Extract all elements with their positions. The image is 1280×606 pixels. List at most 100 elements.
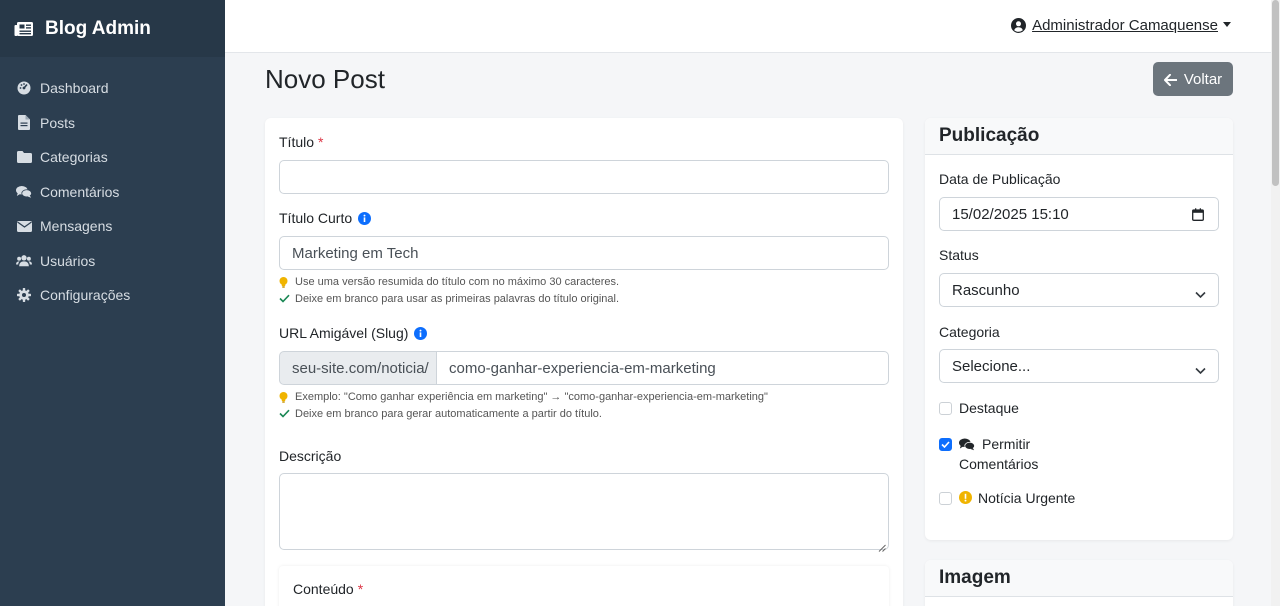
destaque-label: Destaque — [959, 400, 1019, 416]
slug-input[interactable]: como-ganhar-experiencia-em-marketing — [436, 351, 889, 385]
categoria-select-value: Selecione... — [952, 357, 1031, 375]
sidebar-item-label: Mensagens — [40, 218, 113, 235]
titulo-label-text: Título — [279, 134, 315, 150]
destaque-checkbox[interactable] — [939, 402, 952, 415]
sidebar-item-categorias[interactable]: Categorias — [0, 140, 225, 175]
sidebar-item-label: Posts — [40, 114, 76, 131]
scrollbar-thumb[interactable] — [1272, 0, 1279, 186]
info-icon[interactable] — [358, 211, 372, 225]
required-mark: * — [357, 581, 364, 597]
required-mark: * — [318, 134, 324, 150]
chevron-down-icon — [1223, 22, 1231, 27]
categoria-label-text: Categoria — [939, 324, 1000, 340]
gear-icon — [16, 287, 32, 303]
urgente-checkbox[interactable] — [939, 492, 952, 505]
envelope-icon — [16, 218, 32, 234]
status-label: Status — [939, 247, 979, 263]
data-publicacao-label: Data de Publicação — [939, 171, 1060, 187]
page-title: Novo Post — [265, 64, 385, 94]
descricao-label-text: Descrição — [279, 448, 342, 464]
sidebar-item-configuracoes[interactable]: Configurações — [0, 278, 225, 313]
hint-text: Use uma versão resumida do título com no… — [295, 276, 620, 288]
back-button-label: Voltar — [1183, 70, 1223, 88]
titulo-input[interactable] — [279, 160, 889, 194]
slug-label-text: URL Amigável (Slug) — [279, 325, 409, 341]
titulo-curto-label-text: Título Curto — [279, 210, 353, 226]
titulo-label: Título * — [279, 134, 323, 150]
urgente-label: Notícia Urgente — [978, 490, 1076, 506]
user-name: Administrador Camaquense — [1032, 17, 1218, 34]
comentarios-checkbox[interactable] — [939, 438, 952, 451]
sidebar-item-comentarios[interactable]: Comentários — [0, 175, 225, 210]
sidebar-item-label: Dashboard — [40, 80, 109, 97]
back-button[interactable]: Voltar — [1153, 62, 1233, 96]
publicacao-card-header: Publicação — [925, 118, 1233, 155]
sidebar-item-label: Categorias — [40, 149, 108, 166]
status-label-text: Status — [939, 247, 979, 263]
info-icon[interactable] — [414, 326, 428, 340]
data-publicacao-input[interactable]: 15/02/2025 15:10 — [939, 197, 1219, 231]
status-select-value: Rascunho — [952, 281, 1020, 299]
comments-icon — [959, 437, 975, 451]
sidebar-item-label: Configurações — [40, 287, 131, 304]
sidebar-nav: Dashboard Posts Categorias Comentários M… — [0, 71, 225, 313]
sidebar-item-usuarios[interactable]: Usuários — [0, 244, 225, 279]
hint-text: Exemplo: "Como ganhar experiência em mar… — [295, 391, 768, 403]
imagem-card-header: Imagem — [925, 560, 1233, 597]
comments-icon — [16, 184, 32, 200]
imagem-card: Imagem — [925, 560, 1233, 606]
slug-prefix: seu-site.com/noticia/ — [279, 351, 437, 385]
conteudo-label-text: Conteúdo — [293, 581, 354, 597]
sidebar-item-label: Usuários — [40, 252, 96, 269]
sidebar-item-label: Comentários — [40, 183, 120, 200]
brand[interactable]: Blog Admin — [0, 0, 225, 57]
user-circle-icon — [1011, 18, 1027, 33]
users-icon — [16, 253, 32, 269]
check-icon — [279, 294, 290, 305]
categoria-label: Categoria — [939, 324, 1000, 340]
comentarios-label-2: Comentários — [959, 456, 1039, 472]
chevron-down-icon — [1195, 286, 1206, 299]
titulo-curto-input[interactable]: Marketing em Tech — [279, 236, 889, 270]
folder-icon — [16, 149, 32, 165]
comentarios-label-group: Permitir Comentários — [959, 434, 1038, 474]
descricao-label: Descrição — [279, 448, 341, 464]
data-publicacao-value: 15/02/2025 15:10 — [952, 205, 1069, 223]
calendar-icon[interactable] — [1192, 208, 1204, 221]
publicacao-title: Publicação — [939, 125, 1040, 146]
lightbulb-icon — [279, 391, 290, 403]
hint-text: Deixe em branco para usar as primeiras p… — [295, 293, 620, 305]
comentarios-checkbox-row[interactable]: Permitir Comentários — [939, 436, 1038, 474]
page-scrollbar[interactable] — [1271, 0, 1280, 606]
destaque-checkbox-row[interactable]: Destaque — [939, 400, 1019, 416]
hint-text: Deixe em branco para gerar automaticamen… — [295, 408, 602, 420]
sidebar-item-posts[interactable]: Posts — [0, 106, 225, 141]
dashboard-icon — [16, 80, 32, 96]
topbar: Administrador Camaquense — [225, 0, 1271, 53]
sidebar-item-dashboard[interactable]: Dashboard — [0, 71, 225, 106]
imagem-title: Imagem — [939, 567, 1011, 588]
status-select[interactable]: Rascunho — [939, 273, 1219, 307]
check-icon — [279, 409, 290, 420]
conteudo-card — [279, 566, 889, 606]
urgente-checkbox-row[interactable]: Notícia Urgente — [939, 490, 1075, 506]
file-icon — [16, 115, 32, 131]
sidebar: Blog Admin Dashboard Posts Categorias Co… — [0, 0, 225, 606]
descricao-textarea[interactable] — [279, 473, 889, 552]
conteudo-label: Conteúdo * — [293, 581, 363, 597]
slug-hint-1: Exemplo: "Como ganhar experiência em mar… — [279, 391, 768, 403]
titulo-curto-hint-1: Use uma versão resumida do título com no… — [279, 276, 619, 288]
slug-label: URL Amigável (Slug) — [279, 325, 428, 341]
comentarios-label-1: Permitir — [982, 436, 1031, 452]
arrow-left-icon — [1163, 73, 1178, 86]
sidebar-item-mensagens[interactable]: Mensagens — [0, 209, 225, 244]
categoria-select[interactable]: Selecione... — [939, 349, 1219, 383]
user-menu[interactable]: Administrador Camaquense — [1011, 17, 1231, 34]
brand-title: Blog Admin — [45, 17, 151, 39]
chevron-down-icon — [1195, 362, 1206, 375]
comentarios-label-line: Permitir — [959, 434, 1038, 454]
titulo-curto-label: Título Curto — [279, 210, 372, 226]
resize-handle-icon[interactable] — [878, 539, 886, 552]
newspaper-icon — [14, 21, 34, 37]
slug-hint-2: Deixe em branco para gerar automaticamen… — [279, 408, 602, 420]
